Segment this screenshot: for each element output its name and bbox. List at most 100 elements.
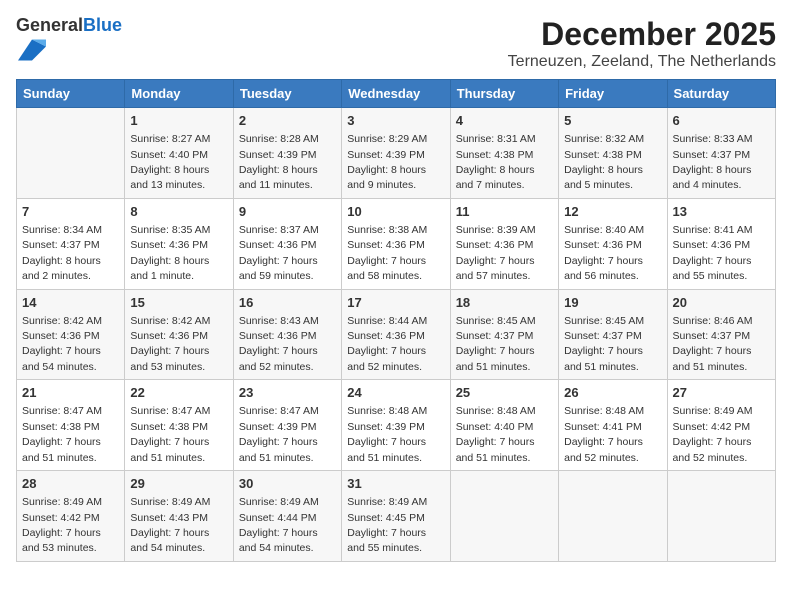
calendar-cell: 4Sunrise: 8:31 AMSunset: 4:38 PMDaylight… [450,108,558,199]
day-info: Sunrise: 8:33 AMSunset: 4:37 PMDaylight:… [673,133,753,191]
calendar-cell [667,471,775,562]
day-number: 25 [456,384,553,402]
day-number: 8 [130,203,227,221]
calendar-cell: 16Sunrise: 8:43 AMSunset: 4:36 PMDayligh… [233,289,341,380]
logo-blue-text: Blue [83,15,122,35]
day-number: 28 [22,475,119,493]
day-info: Sunrise: 8:49 AMSunset: 4:42 PMDaylight:… [22,496,102,554]
day-number: 26 [564,384,661,402]
day-info: Sunrise: 8:27 AMSunset: 4:40 PMDaylight:… [130,133,210,191]
day-info: Sunrise: 8:48 AMSunset: 4:40 PMDaylight:… [456,405,536,463]
day-info: Sunrise: 8:45 AMSunset: 4:37 PMDaylight:… [456,315,536,373]
day-number: 30 [239,475,336,493]
calendar-cell: 22 Sunrise: 8:47 AMSunset: 4:38 PMDayligh… [125,380,233,471]
day-number: 16 [239,294,336,312]
day-number: 31 [347,475,444,493]
calendar-cell: 7 Sunrise: 8:34 AMSunset: 4:37 PMDaylight… [17,198,125,289]
day-info: Sunrise: 8:35 AMSunset: 4:36 PMDaylight:… [130,224,210,282]
calendar-cell: 8 Sunrise: 8:35 AMSunset: 4:36 PMDaylight… [125,198,233,289]
calendar-cell: 31Sunrise: 8:49 AMSunset: 4:45 PMDayligh… [342,471,450,562]
calendar-cell: 11 Sunrise: 8:39 AMSunset: 4:36 PMDayligh… [450,198,558,289]
calendar-week-row: 28 Sunrise: 8:49 AMSunset: 4:42 PMDayligh… [17,471,776,562]
header-friday: Friday [559,80,667,108]
calendar-cell: 15 Sunrise: 8:42 AMSunset: 4:36 PMDayligh… [125,289,233,380]
calendar-cell: 5 Sunrise: 8:32 AMSunset: 4:38 PMDaylight… [559,108,667,199]
calendar-week-row: 7 Sunrise: 8:34 AMSunset: 4:37 PMDaylight… [17,198,776,289]
day-info: Sunrise: 8:41 AMSunset: 4:36 PMDaylight:… [673,224,753,282]
calendar-cell: 6Sunrise: 8:33 AMSunset: 4:37 PMDaylight… [667,108,775,199]
day-info: Sunrise: 8:32 AMSunset: 4:38 PMDaylight:… [564,133,644,191]
day-info: Sunrise: 8:34 AMSunset: 4:37 PMDaylight:… [22,224,102,282]
calendar-week-row: 1Sunrise: 8:27 AMSunset: 4:40 PMDaylight… [17,108,776,199]
calendar-cell: 1Sunrise: 8:27 AMSunset: 4:40 PMDaylight… [125,108,233,199]
day-number: 23 [239,384,336,402]
calendar-cell: 20 Sunrise: 8:46 AMSunset: 4:37 PMDayligh… [667,289,775,380]
calendar-cell: 27Sunrise: 8:49 AMSunset: 4:42 PMDayligh… [667,380,775,471]
page-header: GeneralBlue December 2025 Terneuzen, Zee… [16,16,776,71]
calendar-cell: 26Sunrise: 8:48 AMSunset: 4:41 PMDayligh… [559,380,667,471]
day-info: Sunrise: 8:42 AMSunset: 4:36 PMDaylight:… [22,315,102,373]
day-number: 3 [347,112,444,130]
calendar-cell: 17 Sunrise: 8:44 AMSunset: 4:36 PMDayligh… [342,289,450,380]
day-info: Sunrise: 8:38 AMSunset: 4:36 PMDaylight:… [347,224,427,282]
calendar-cell: 23 Sunrise: 8:47 AMSunset: 4:39 PMDayligh… [233,380,341,471]
calendar-cell: 24Sunrise: 8:48 AMSunset: 4:39 PMDayligh… [342,380,450,471]
header-thursday: Thursday [450,80,558,108]
calendar-cell: 30 Sunrise: 8:49 AMSunset: 4:44 PMDayligh… [233,471,341,562]
day-info: Sunrise: 8:47 AMSunset: 4:39 PMDaylight:… [239,405,319,463]
day-number: 21 [22,384,119,402]
logo-icon [18,36,46,64]
calendar-cell: 25 Sunrise: 8:48 AMSunset: 4:40 PMDayligh… [450,380,558,471]
day-number: 20 [673,294,770,312]
calendar-cell: 3 Sunrise: 8:29 AMSunset: 4:39 PMDaylight… [342,108,450,199]
day-info: Sunrise: 8:37 AMSunset: 4:36 PMDaylight:… [239,224,319,282]
day-info: Sunrise: 8:46 AMSunset: 4:37 PMDaylight:… [673,315,753,373]
day-number: 13 [673,203,770,221]
header-tuesday: Tuesday [233,80,341,108]
day-number: 19 [564,294,661,312]
day-info: Sunrise: 8:39 AMSunset: 4:36 PMDaylight:… [456,224,536,282]
header-wednesday: Wednesday [342,80,450,108]
calendar-cell: 12Sunrise: 8:40 AMSunset: 4:36 PMDayligh… [559,198,667,289]
calendar-cell: 2 Sunrise: 8:28 AMSunset: 4:39 PMDaylight… [233,108,341,199]
day-info: Sunrise: 8:29 AMSunset: 4:39 PMDaylight:… [347,133,427,191]
header-saturday: Saturday [667,80,775,108]
header-sunday: Sunday [17,80,125,108]
calendar-cell: 29 Sunrise: 8:49 AMSunset: 4:43 PMDayligh… [125,471,233,562]
calendar-week-row: 21 Sunrise: 8:47 AMSunset: 4:38 PMDayligh… [17,380,776,471]
title-block: December 2025 Terneuzen, Zeeland, The Ne… [508,16,776,71]
day-info: Sunrise: 8:42 AMSunset: 4:36 PMDaylight:… [130,315,210,373]
day-number: 18 [456,294,553,312]
calendar-cell: 13 Sunrise: 8:41 AMSunset: 4:36 PMDayligh… [667,198,775,289]
calendar-cell: 9Sunrise: 8:37 AMSunset: 4:36 PMDaylight… [233,198,341,289]
day-number: 4 [456,112,553,130]
day-number: 22 [130,384,227,402]
day-number: 14 [22,294,119,312]
day-info: Sunrise: 8:44 AMSunset: 4:36 PMDaylight:… [347,315,427,373]
day-info: Sunrise: 8:47 AMSunset: 4:38 PMDaylight:… [130,405,210,463]
logo-general-text: General [16,15,83,35]
day-info: Sunrise: 8:49 AMSunset: 4:43 PMDaylight:… [130,496,210,554]
calendar-cell: 21Sunrise: 8:47 AMSunset: 4:38 PMDayligh… [17,380,125,471]
calendar-week-row: 14 Sunrise: 8:42 AMSunset: 4:36 PMDayligh… [17,289,776,380]
day-number: 24 [347,384,444,402]
day-number: 5 [564,112,661,130]
calendar-cell: 28 Sunrise: 8:49 AMSunset: 4:42 PMDayligh… [17,471,125,562]
page-title: December 2025 [508,16,776,53]
calendar-cell: 19Sunrise: 8:45 AMSunset: 4:37 PMDayligh… [559,289,667,380]
page-subtitle: Terneuzen, Zeeland, The Netherlands [508,53,776,71]
day-number: 15 [130,294,227,312]
calendar-cell [559,471,667,562]
calendar-header-row: SundayMondayTuesdayWednesdayThursdayFrid… [17,80,776,108]
day-number: 12 [564,203,661,221]
logo: GeneralBlue [16,16,122,69]
day-number: 29 [130,475,227,493]
day-number: 11 [456,203,553,221]
day-info: Sunrise: 8:28 AMSunset: 4:39 PMDaylight:… [239,133,319,191]
day-info: Sunrise: 8:49 AMSunset: 4:44 PMDaylight:… [239,496,319,554]
day-number: 7 [22,203,119,221]
calendar-table: SundayMondayTuesdayWednesdayThursdayFrid… [16,79,776,562]
calendar-cell: 18 Sunrise: 8:45 AMSunset: 4:37 PMDayligh… [450,289,558,380]
day-number: 17 [347,294,444,312]
day-number: 2 [239,112,336,130]
